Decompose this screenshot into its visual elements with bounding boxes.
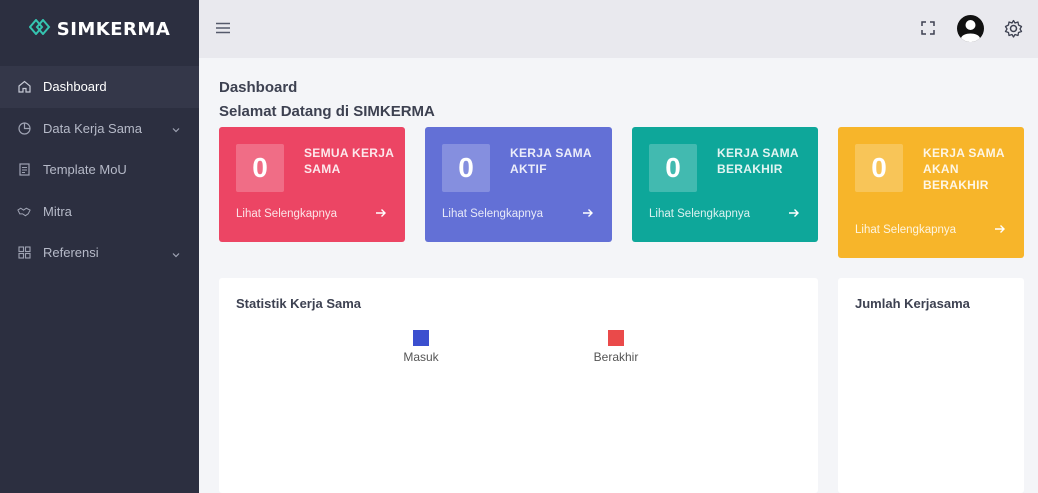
- brand[interactable]: SIMKERMA: [0, 0, 199, 58]
- sidebar-item-referensi[interactable]: Referensi: [0, 232, 199, 274]
- statistik-panel: Statistik Kerja Sama Masuk Berakhir: [219, 278, 818, 493]
- card-link[interactable]: Lihat Selengkapnya: [649, 208, 750, 220]
- card-title: KERJA SAMA BERAKHIR: [717, 146, 799, 176]
- legend-swatch: [413, 330, 429, 346]
- handshake-icon: [17, 204, 31, 218]
- sidebar-item-mitra[interactable]: Mitra: [0, 191, 199, 233]
- card-link[interactable]: Lihat Selengkapnya: [855, 224, 956, 236]
- chevron-down-icon: [171, 248, 181, 258]
- card-title: KERJA SAMA AKTIF: [510, 146, 592, 176]
- arrow-right-icon[interactable]: [375, 206, 387, 218]
- pie-chart-icon: [17, 121, 31, 135]
- card-value: 0: [442, 144, 490, 192]
- sidebar-item-template-mou[interactable]: Template MoU: [0, 149, 199, 191]
- welcome-message: Selamat Datang di SIMKERMA: [219, 103, 435, 120]
- panel-title: Jumlah Kerjasama: [855, 296, 970, 311]
- chevron-down-icon: [171, 123, 181, 133]
- sidebar-item-data-kerja-sama[interactable]: Data Kerja Sama: [0, 108, 199, 150]
- arrow-right-icon[interactable]: [994, 222, 1006, 234]
- card-kerja-sama-aktif: 0 KERJA SAMA AKTIF Lihat Selengkapnya: [425, 127, 612, 242]
- logo-icon: [28, 17, 51, 40]
- brand-name: SIMKERMA: [56, 18, 171, 40]
- legend-label: Masuk: [403, 350, 439, 364]
- card-value: 0: [649, 144, 697, 192]
- grid-icon: [17, 246, 31, 260]
- topbar: [199, 0, 1038, 58]
- arrow-right-icon[interactable]: [788, 206, 800, 218]
- card-kerja-sama-akan-berakhir: 0 KERJA SAMA AKAN BERAKHIR Lihat Selengk…: [838, 127, 1024, 258]
- menu-toggle-icon[interactable]: [215, 21, 231, 35]
- sidebar-item-label: Dashboard: [43, 79, 107, 95]
- card-title: KERJA SAMA AKAN BERAKHIR: [923, 146, 1005, 192]
- avatar-icon[interactable]: [956, 14, 985, 43]
- fullscreen-icon[interactable]: [921, 21, 935, 35]
- legend-label: Berakhir: [593, 350, 639, 364]
- sidebar-item-label: Data Kerja Sama: [43, 120, 142, 136]
- sidebar: SIMKERMA Dashboard Data Kerja Sama Templ…: [0, 0, 199, 493]
- sidebar-nav: Dashboard Data Kerja Sama Template MoU M…: [0, 66, 199, 274]
- panel-title: Statistik Kerja Sama: [236, 296, 362, 311]
- home-icon: [17, 80, 31, 94]
- page-title: Dashboard: [219, 79, 298, 96]
- card-value: 0: [236, 144, 284, 192]
- sidebar-item-label: Template MoU: [43, 162, 127, 178]
- card-link[interactable]: Lihat Selengkapnya: [442, 208, 543, 220]
- document-icon: [17, 163, 31, 177]
- card-semua-kerja-sama: 0 SEMUA KERJA SAMA Lihat Selengkapnya: [219, 127, 405, 242]
- legend-item-masuk[interactable]: Masuk: [399, 330, 443, 364]
- legend-item-berakhir[interactable]: Berakhir: [591, 330, 641, 364]
- card-kerja-sama-berakhir: 0 KERJA SAMA BERAKHIR Lihat Selengkapnya: [632, 127, 818, 242]
- sidebar-item-dashboard[interactable]: Dashboard: [0, 66, 199, 108]
- card-title: SEMUA KERJA SAMA: [304, 146, 394, 176]
- jumlah-kerjasama-panel: Jumlah Kerjasama: [838, 278, 1024, 493]
- gear-icon[interactable]: [1004, 19, 1023, 38]
- card-link[interactable]: Lihat Selengkapnya: [236, 208, 337, 220]
- arrow-right-icon[interactable]: [582, 206, 594, 218]
- sidebar-item-label: Mitra: [43, 203, 72, 219]
- legend-swatch: [608, 330, 624, 346]
- card-value: 0: [855, 144, 903, 192]
- sidebar-item-label: Referensi: [43, 245, 99, 261]
